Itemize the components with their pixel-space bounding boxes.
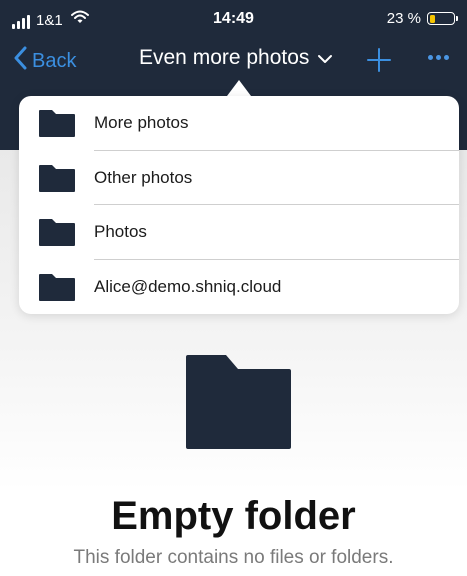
folder-dropdown-menu: More photos Other photos Photos Alice@de… (19, 96, 459, 314)
menu-item-label: Photos (94, 222, 147, 242)
empty-state-subtitle: This folder contains no files or folders… (73, 547, 394, 568)
folder-icon (39, 164, 75, 197)
menu-item-more-photos[interactable]: More photos (19, 96, 459, 151)
chevron-left-icon (14, 46, 28, 76)
add-button[interactable] (367, 48, 391, 77)
menu-item-label: Alice@demo.shniq.cloud (94, 276, 282, 296)
more-dots-icon (428, 55, 433, 60)
empty-state-title: Empty folder (111, 494, 356, 538)
folder-icon (186, 355, 291, 454)
status-right: 23 % (386, 10, 458, 27)
menu-item-photos[interactable]: Photos (19, 205, 459, 260)
folder-icon (39, 219, 75, 251)
menu-item-label: Other photos (94, 167, 193, 187)
plus-icon (367, 48, 391, 76)
navigation-bar: Back Even more photos (0, 38, 467, 82)
page-title: Even more photos (139, 46, 310, 69)
popover-arrow (227, 80, 251, 96)
back-label: Back (32, 49, 77, 72)
back-button[interactable]: Back (14, 46, 76, 76)
menu-item-account-root[interactable]: Alice@demo.shniq.cloud (19, 260, 459, 315)
status-bar: 1&1 14:49 23 % (0, 0, 467, 38)
battery-percentage: 23 % (386, 10, 421, 27)
folder-icon (39, 273, 75, 306)
battery-level-fill (429, 14, 435, 23)
folder-icon (39, 110, 75, 142)
menu-item-label: More photos (94, 113, 189, 133)
menu-item-other-photos[interactable]: Other photos (19, 151, 459, 205)
more-dot (444, 55, 449, 60)
more-dot (436, 55, 441, 60)
battery-icon (427, 12, 458, 25)
more-options-button[interactable] (428, 55, 449, 60)
chevron-down-icon (317, 46, 333, 70)
folder-title-dropdown[interactable]: Even more photos (139, 46, 333, 70)
